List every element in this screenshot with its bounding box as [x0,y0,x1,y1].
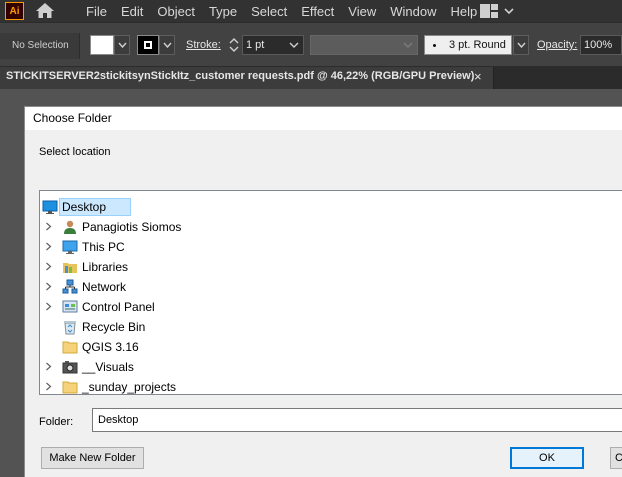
expand-chevron-icon[interactable] [44,382,53,391]
stroke-color-dropdown[interactable] [159,35,175,55]
menu-select[interactable]: Select [251,4,287,19]
opacity-field[interactable]: 100% [580,35,622,55]
libraries-icon [63,263,77,273]
selection-status: No Selection [0,33,80,59]
stroke-color-swatch[interactable] [137,35,159,55]
tree-item-label: Libraries [82,260,129,274]
computer-icon [62,240,78,254]
workspace-grid-icon [480,4,498,18]
tree-item-label: _sunday_projects [82,380,177,394]
stroke-weight-spinner[interactable] [227,35,241,55]
control-panel-icon [62,300,78,313]
document-tab-bar: STICKITSERVER2stickitsynStickItz_custome… [0,67,622,89]
folder-tree[interactable]: Desktop Panagiotis Siomos This PC Libraries… [39,190,622,395]
expand-chevron-icon[interactable] [44,302,53,311]
document-tab-title: STICKITSERVER2stickitsynStickItz_custome… [6,70,475,82]
menu-bar: Ai File Edit Object Type Select Effect View Win… [0,0,622,22]
expand-chevron-icon[interactable] [44,242,53,251]
menu-window[interactable]: Window [390,4,436,19]
menu-edit[interactable]: Edit [121,4,143,19]
tree-item-sunday-projects[interactable]: _sunday_projects [40,377,622,394]
folder-icon [62,381,78,394]
brush-definition[interactable]: 3 pt. Round [424,35,512,55]
variable-width-profile[interactable] [310,35,418,55]
opacity-label[interactable]: Opacity: [537,39,577,51]
recycle-bin-icon [64,321,76,335]
menu-file[interactable]: File [86,4,107,19]
brush-label: 3 pt. Round [449,39,506,51]
brush-dot-icon [433,44,436,47]
tree-item-desktop[interactable]: Desktop [40,197,622,217]
tree-item-label: This PC [82,240,125,254]
brush-dropdown[interactable] [513,35,529,55]
tree-item-libraries[interactable]: Libraries [40,257,622,277]
expand-chevron-icon[interactable] [44,222,53,231]
document-tab[interactable]: STICKITSERVER2stickitsynStickItz_custome… [0,67,494,89]
user-icon [64,220,76,234]
chevron-down-icon [117,42,127,48]
tree-item-this-pc[interactable]: This PC [40,237,622,257]
folder-label: Folder: [39,416,74,428]
tree-item-label: Desktop [62,200,107,214]
chevron-down-icon [504,8,514,15]
expand-chevron-icon[interactable] [44,262,53,271]
dialog-title: Choose Folder [33,111,112,125]
fill-color-swatch[interactable] [90,35,114,55]
tree-item-panagiotis-siomos[interactable]: Panagiotis Siomos [40,217,622,237]
main-menu: File Edit Object Type Select Effect View Window… [86,0,491,22]
stroke-weight-value: 1 pt [246,39,265,51]
choose-folder-dialog: Choose Folder Select location Desktop Pan… [24,106,622,477]
chevron-down-icon [403,42,413,48]
tree-item-label: Control Panel [82,300,155,314]
tree-item-label: Network [82,280,127,294]
expand-chevron-icon[interactable] [44,362,53,371]
desktop-icon [42,200,58,214]
tree-item-label: __Visuals [82,360,134,374]
tree-item-network[interactable]: Network [40,277,622,297]
home-icon[interactable] [35,1,55,19]
tree-item-label: Recycle Bin [82,320,146,334]
menu-object[interactable]: Object [157,4,195,19]
chevron-down-icon [289,42,299,48]
control-bar: No Selection Stroke: 1 pt 3 pt. Round Op… [0,22,622,67]
tree-item-qgis-3-16[interactable]: QGIS 3.16 [40,337,622,357]
make-new-folder-button[interactable]: Make New Folder [41,447,144,469]
dialog-titlebar[interactable]: Choose Folder [25,107,622,130]
menu-help[interactable]: Help [450,4,477,19]
camera-folder-icon [62,361,78,374]
dialog-instruction: Select location [39,146,111,158]
app-logo: Ai [5,2,24,20]
workspace-switcher[interactable] [480,2,520,20]
cancel-button[interactable]: Ca [610,447,622,469]
close-icon[interactable]: × [474,69,482,84]
tree-item-visuals[interactable]: __Visuals [40,357,622,377]
stroke-weight-field[interactable]: 1 pt [242,35,304,55]
tree-item-label: QGIS 3.16 [82,340,139,354]
tree-item-recycle-bin[interactable]: Recycle Bin [40,317,622,337]
fill-dropdown[interactable] [114,35,130,55]
stroke-label[interactable]: Stroke: [186,39,221,51]
tree-item-control-panel[interactable]: Control Panel [40,297,622,317]
chevron-down-icon [516,42,526,48]
menu-effect[interactable]: Effect [301,4,334,19]
ok-button[interactable]: OK [510,447,584,469]
chevron-down-icon [162,42,172,48]
expand-chevron-icon[interactable] [44,282,53,291]
folder-icon [62,341,78,354]
menu-view[interactable]: View [348,4,376,19]
folder-input[interactable]: Desktop [92,408,622,432]
tree-item-label: Panagiotis Siomos [82,220,182,234]
network-icon [62,279,78,294]
menu-type[interactable]: Type [209,4,237,19]
